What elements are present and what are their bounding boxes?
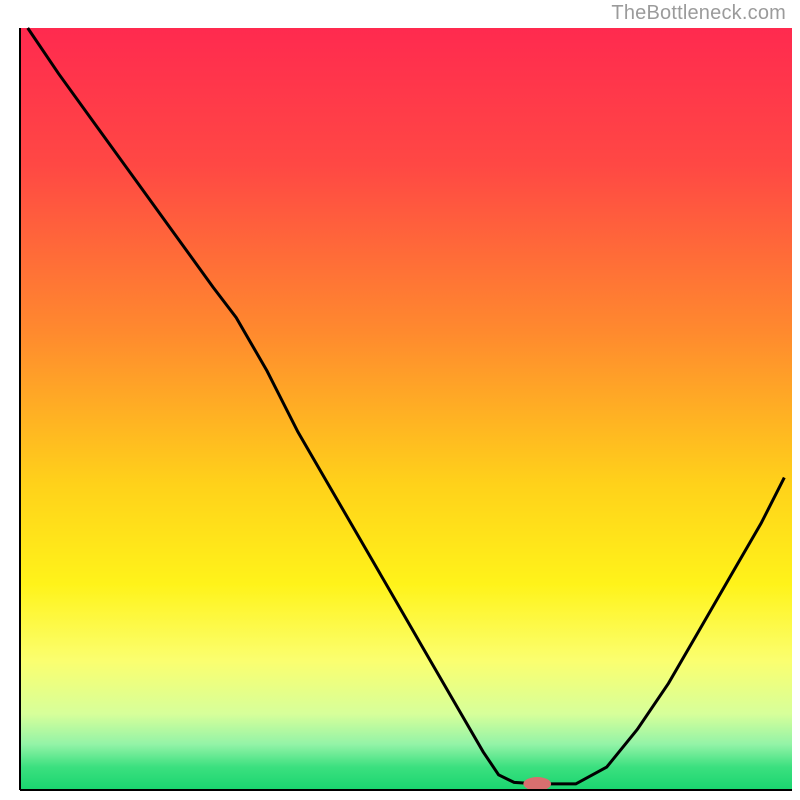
plot-background — [20, 28, 792, 790]
plot-area — [20, 28, 792, 791]
optimal-marker — [523, 777, 551, 791]
bottleneck-chart — [0, 0, 800, 800]
chart-frame: TheBottleneck.com — [0, 0, 800, 800]
